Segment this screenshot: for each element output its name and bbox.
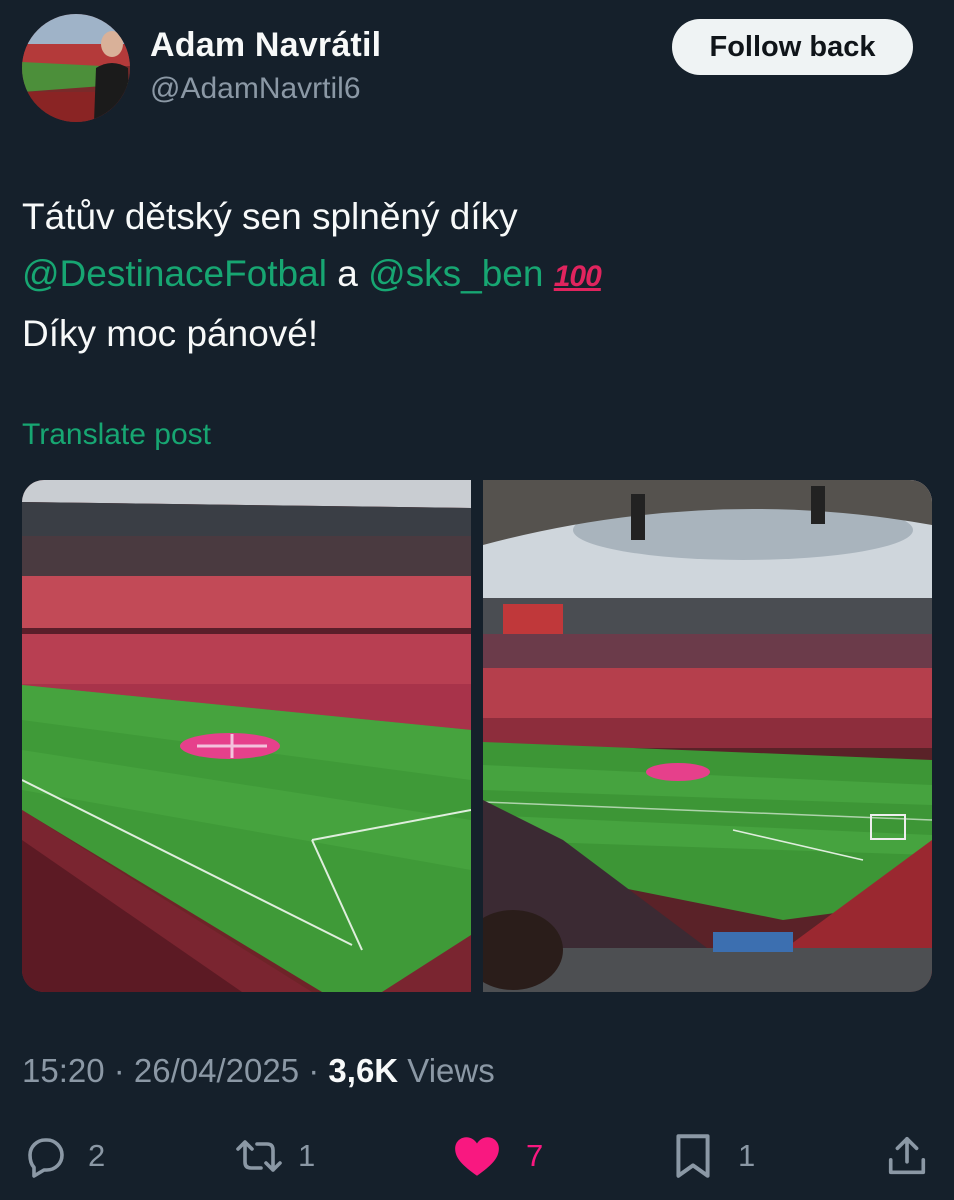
- post-time[interactable]: 15:20: [22, 1052, 105, 1089]
- post-meta: 15:20 · 26/04/2025 · 3,6K Views: [22, 1052, 495, 1090]
- repost-icon: [232, 1132, 286, 1180]
- share-button[interactable]: [884, 1128, 930, 1184]
- reply-icon: [22, 1132, 70, 1180]
- views-label: Views: [398, 1052, 495, 1089]
- stadium-photo-1[interactable]: [22, 480, 471, 992]
- reply-count: 2: [88, 1138, 106, 1173]
- mention-destinacefotbal[interactable]: @DestinaceFotbal: [22, 253, 327, 294]
- reply-button[interactable]: 2: [22, 1128, 105, 1184]
- author-avatar[interactable]: [22, 14, 130, 122]
- like-button[interactable]: 7: [452, 1128, 543, 1184]
- bookmark-count: 1: [738, 1138, 756, 1173]
- bookmark-button[interactable]: 1: [672, 1128, 755, 1184]
- bookmark-icon: [672, 1131, 714, 1181]
- share-icon: [884, 1132, 930, 1180]
- heart-icon: [452, 1132, 502, 1180]
- author-display-name[interactable]: Adam Navrátil: [150, 26, 381, 65]
- mention-sks-ben[interactable]: @sks_ben: [368, 253, 543, 294]
- hundred-points-emoji: 100: [553, 260, 602, 293]
- follow-back-button[interactable]: Follow back: [672, 19, 913, 75]
- meta-separator-2: ·: [299, 1052, 329, 1089]
- post-text: Tátův dětský sen splněný díky @Destinace…: [22, 188, 922, 362]
- meta-separator: ·: [104, 1052, 134, 1089]
- connector-text: a: [326, 253, 369, 294]
- post-text-line-2: @DestinaceFotbal a @sks_ben 100: [22, 245, 922, 305]
- like-count: 7: [526, 1138, 544, 1173]
- post-date[interactable]: 26/04/2025: [134, 1052, 299, 1089]
- translate-post-link[interactable]: Translate post: [22, 418, 211, 452]
- media-grid: [22, 480, 932, 992]
- stadium-photo-2[interactable]: [483, 480, 932, 992]
- author-handle[interactable]: @AdamNavrtil6: [150, 72, 361, 106]
- action-bar: 2 1 7 1: [0, 1128, 954, 1188]
- views-count[interactable]: 3,6K: [328, 1052, 398, 1089]
- repost-count: 1: [298, 1138, 316, 1173]
- post-text-line-1: Tátův dětský sen splněný díky: [22, 196, 518, 237]
- repost-button[interactable]: 1: [232, 1128, 315, 1184]
- post-text-line-3: Díky moc pánové!: [22, 313, 319, 354]
